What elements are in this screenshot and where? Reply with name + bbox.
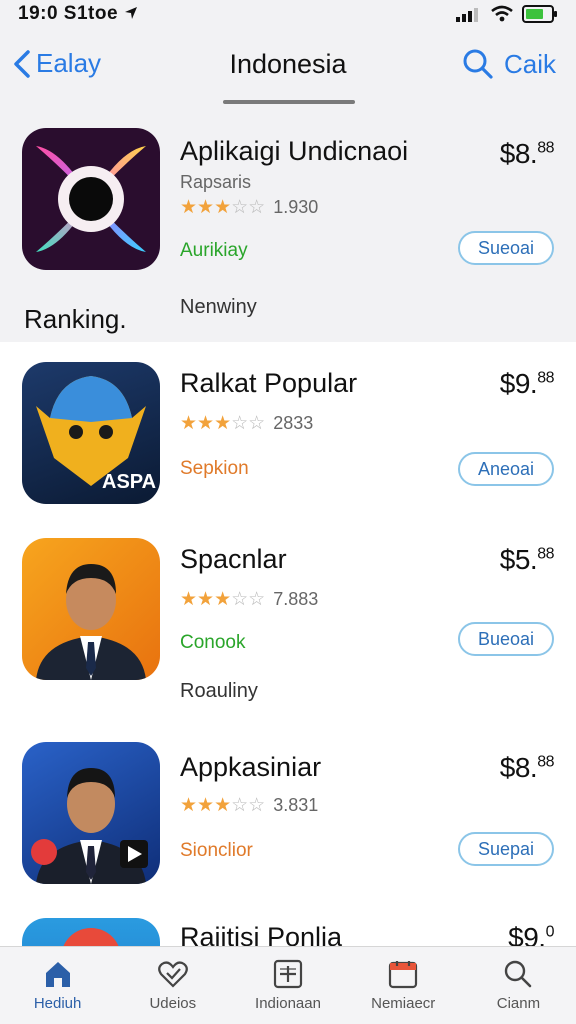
app-caption: Nenwiny — [180, 296, 257, 318]
status-bar: 19:0 S1toe — [0, 0, 576, 28]
tab-videos[interactable]: Udeios — [115, 947, 230, 1024]
rating-count: 1.930 — [273, 197, 319, 217]
get-button[interactable]: Sueoai — [458, 231, 554, 265]
app-tag: Sepkion — [180, 458, 249, 479]
wifi-icon — [491, 5, 513, 22]
app-subtitle: Rapsaris — [180, 172, 252, 192]
tab-label: Udeios — [149, 995, 197, 1012]
signal-icon — [456, 8, 478, 22]
app-name[interactable]: Ralkat Popular — [180, 368, 357, 399]
rating-count: 7.883 — [273, 589, 319, 609]
app-list: ASPA Ralkat Popular ★★★☆☆ 2833 Sepkion $… — [0, 342, 576, 946]
app-icon-2[interactable]: ASPA — [22, 362, 160, 504]
get-button[interactable]: Aneoai — [458, 452, 554, 486]
search-icon — [463, 49, 493, 79]
colorful-x-logo-icon — [36, 146, 146, 252]
app-name[interactable]: Spacnlar — [180, 544, 287, 575]
search-button[interactable]: Caik — [462, 48, 556, 80]
app-name[interactable]: Rajitisi Ponlia — [180, 922, 342, 946]
app-icon-4[interactable] — [22, 742, 160, 884]
app-icon-1[interactable] — [22, 128, 160, 270]
location-arrow-icon — [125, 7, 137, 19]
rating-count: 2833 — [273, 413, 314, 433]
status-time: 19:0 S1toe — [18, 3, 119, 24]
person-portrait-icon — [31, 768, 148, 884]
navigation-bar: Ealay Indonesia Caik — [0, 28, 576, 106]
rating-stars: ★★★☆☆ — [180, 413, 266, 434]
app-price: $8.88 — [499, 138, 555, 169]
search-icon — [505, 960, 532, 988]
tab-label: Cianm — [496, 995, 541, 1012]
plus-square-icon — [273, 959, 303, 989]
app-icon-2-text: ASPA — [102, 471, 156, 493]
status-icons — [456, 5, 558, 23]
app-rating: ★★★☆☆ 2833 — [180, 412, 313, 435]
get-button[interactable]: Bueoai — [458, 622, 554, 656]
heart-check-icon — [157, 961, 188, 988]
tab-indonesia[interactable]: Indionaan — [230, 947, 345, 1024]
app-name[interactable]: Aplikaigi Undicnaoi — [180, 136, 408, 167]
tab-label: Hediuh — [33, 995, 82, 1012]
search-label: Caik — [503, 48, 556, 79]
app-tag: Aurikiay — [180, 240, 248, 261]
app-price: $8.88 — [499, 752, 555, 783]
battery-icon — [522, 5, 557, 23]
tab-label: Nemiaecr — [371, 995, 436, 1012]
app-caption: Roauliny — [180, 680, 258, 702]
featured-app-section: Aplikaigi Undicnaoi Rapsaris ★★★☆☆ 1.930… — [0, 106, 576, 342]
app-price: $9.0 — [508, 922, 554, 946]
tab-bar: Hediuh Udeios Indionaan Nemiaecr Cianm — [0, 946, 576, 1024]
tab-label: Indionaan — [255, 995, 321, 1012]
app-tag: Sionclior — [180, 840, 253, 861]
app-rating: ★★★☆☆ 3.831 — [180, 794, 318, 817]
app-tag: Conook — [180, 632, 246, 653]
rating-stars: ★★★☆☆ — [180, 795, 266, 816]
home-icon — [45, 962, 70, 987]
app-rating: ★★★☆☆ 7.883 — [180, 588, 318, 611]
tab-home[interactable]: Hediuh — [0, 947, 115, 1024]
ranking-label: Ranking. — [24, 304, 127, 334]
get-button[interactable]: Suepai — [458, 832, 554, 866]
tab-search[interactable]: Cianm — [461, 947, 576, 1024]
app-icon-5[interactable] — [22, 918, 160, 946]
rating-count: 3.831 — [273, 795, 319, 815]
rating-stars: ★★★☆☆ — [180, 197, 266, 218]
calendar-icon — [389, 961, 418, 989]
rating-stars: ★★★☆☆ — [180, 589, 266, 610]
title-underline — [223, 100, 355, 104]
person-portrait-icon — [36, 564, 146, 680]
app-name[interactable]: Appkasiniar — [180, 752, 321, 783]
app-price: $5.88 — [499, 544, 555, 575]
tab-calendar[interactable]: Nemiaecr — [346, 947, 461, 1024]
app-rating: ★★★☆☆ 1.930 — [180, 196, 318, 219]
app-icon-3[interactable] — [22, 538, 160, 680]
app-price: $9.88 — [499, 368, 555, 399]
bird-mascot-icon: ASPA — [36, 376, 156, 493]
red-circle-logo-icon — [63, 928, 119, 946]
